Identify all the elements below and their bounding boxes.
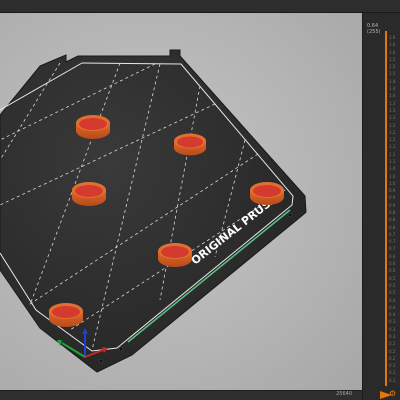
layer-tick-label: 0.1 — [389, 377, 396, 383]
layer-tick-labels: 1.6 1.6 1.6 1.5 1.5 1.5 1.4 1.4 1.4 1.3 1.3 1.3 1.2 1… — [389, 35, 400, 385]
layer-slider-track[interactable] — [385, 31, 387, 386]
layer-tick-label: 0.6 — [389, 253, 396, 259]
layer-tick-label: 1.2 — [389, 137, 396, 143]
layer-tick-label: 1.6 — [389, 42, 396, 48]
layer-slider[interactable]: 0.64 (255) 1.6 1.6 1.6 1.5 1.5 1.5 1.4 1.4 1.4 1.… — [362, 13, 400, 400]
bed-hole — [287, 212, 293, 218]
printed-object[interactable] — [158, 243, 192, 267]
printed-object[interactable] — [72, 182, 106, 206]
print-bed-scene[interactable]: ORIGINAL PRUSA — [0, 13, 362, 400]
layer-tick-label: 0.2 — [389, 348, 396, 354]
layer-tick-label: 1.4 — [389, 86, 396, 92]
bed-hole — [98, 358, 104, 364]
layer-tick-label: 0.1 — [389, 363, 396, 369]
layer-tick-label: 0.2 — [389, 341, 396, 347]
layer-tick-label: 1.5 — [389, 64, 396, 70]
layer-tick-label: 1.0 — [389, 166, 396, 172]
layer-tick-label: 0.5 — [389, 282, 396, 288]
layer-tick-label: 0.3 — [389, 326, 396, 332]
printed-object[interactable] — [174, 133, 206, 156]
layer-tick-label: 1.0 — [389, 173, 396, 179]
horizontal-move-slider[interactable]: 25640 — [0, 390, 362, 400]
layer-tick-label: 0.8 — [389, 224, 396, 230]
move-slider-value: 25640 — [336, 391, 352, 397]
layer-tick-label: 1.1 — [389, 144, 396, 150]
layer-tick-label: 1.4 — [389, 78, 396, 84]
layer-tick-label: 0.7 — [389, 231, 396, 237]
layer-tick-label: 1.2 — [389, 122, 396, 128]
layer-tick-label: 1.0 — [389, 180, 396, 186]
layer-top-index: (255) — [367, 29, 381, 35]
layer-tick-label: 1.3 — [389, 107, 396, 113]
layer-tick-label: 0.7 — [389, 239, 396, 245]
layer-tick-label: 0.5 — [389, 290, 396, 296]
layer-tick-label: 0.8 — [389, 217, 396, 223]
printed-object[interactable] — [49, 303, 83, 327]
layer-tick-label: 0.6 — [389, 261, 396, 267]
layer-tick-label: 0.5 — [389, 275, 396, 281]
cog-icon[interactable]: ⚙ — [389, 389, 396, 398]
printed-object[interactable] — [76, 115, 110, 139]
layer-tick-label: 0.2 — [389, 355, 396, 361]
layer-tick-label: 0.9 — [389, 202, 396, 208]
layer-tick-label: 0.8 — [389, 210, 396, 215]
layer-tick-label: 0.4 — [389, 312, 396, 318]
layer-tick-label: 0.4 — [389, 304, 396, 310]
layer-tick-label: 0.4 — [389, 297, 396, 303]
layer-tick-label: 1.6 — [389, 35, 396, 40]
layer-slider-top-value: 0.64 (255) — [367, 23, 380, 35]
layer-tick-label: 1.3 — [389, 100, 396, 106]
layer-tick-label: 1.5 — [389, 71, 396, 77]
layer-tick-label: 1.1 — [389, 151, 396, 157]
layer-tick-label: 0.6 — [389, 268, 396, 274]
printed-object[interactable] — [250, 182, 284, 205]
layer-tick-label: 0.3 — [389, 333, 396, 339]
layer-tick-label: 1.3 — [389, 115, 396, 121]
layer-tick-label: 0.7 — [389, 246, 396, 252]
layer-tick-label: 1.5 — [389, 56, 396, 62]
layer-tick-label: 0.3 — [389, 319, 396, 325]
bed-hole — [118, 346, 124, 352]
layer-tick-label: 0.9 — [389, 195, 396, 201]
layer-tick-label: 0.1 — [389, 370, 396, 376]
layer-tick-label: 1.6 — [389, 49, 396, 55]
3d-viewport[interactable]: ORIGINAL PRUSA 25640 — [0, 13, 362, 400]
layer-tick-label: 1.2 — [389, 129, 396, 135]
top-toolbar — [0, 0, 400, 13]
layer-tick-label: 1.4 — [389, 93, 396, 99]
layer-tick-label: 0.9 — [389, 188, 396, 194]
layer-tick-label: 1.1 — [389, 158, 396, 164]
